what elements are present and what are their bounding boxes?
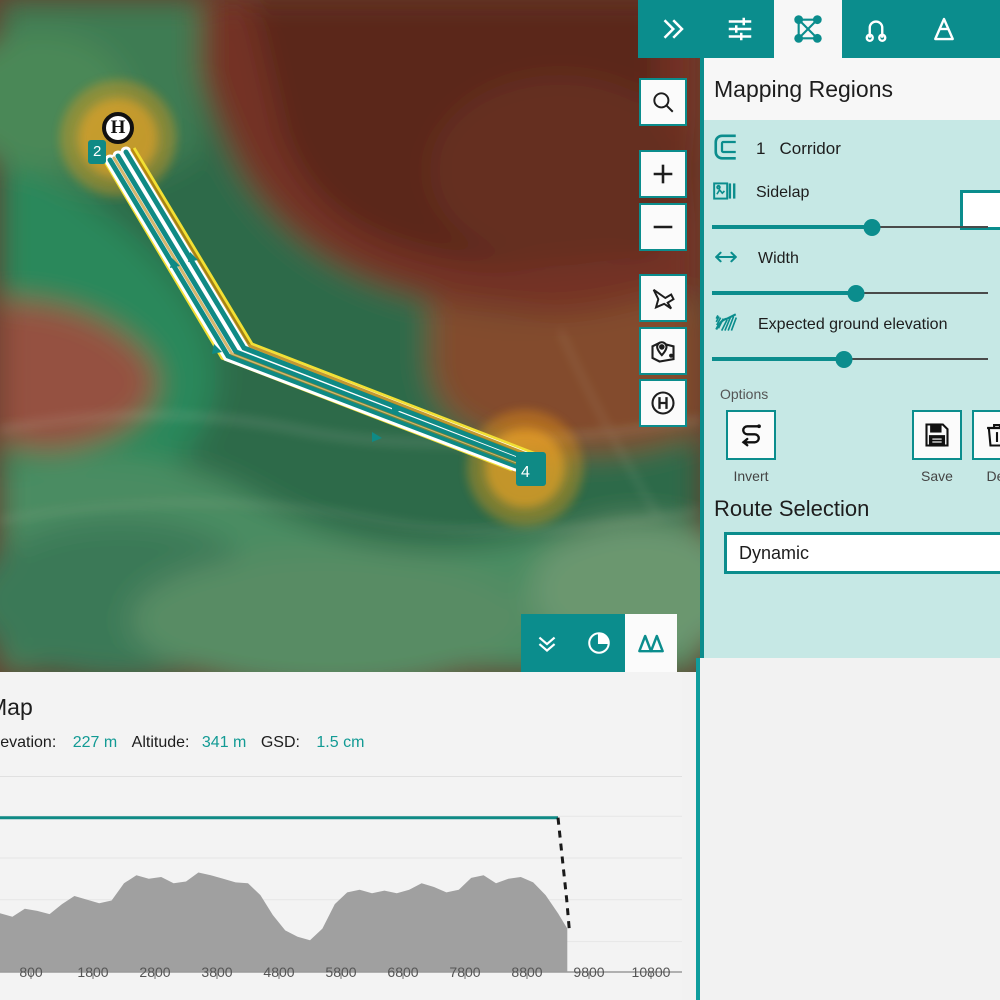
chart-x-tick-label: 3800 (201, 964, 233, 980)
slider-thumb[interactable] (847, 285, 865, 302)
save-disk-icon (912, 410, 962, 460)
home-icon[interactable] (639, 379, 687, 427)
zoom-out-icon[interactable] (639, 203, 687, 251)
route-selection-value: Dynamic (739, 542, 810, 563)
home-marker-icon[interactable]: H (102, 112, 134, 144)
panel-header: Mapping Regions (700, 58, 1000, 120)
page-title: Mapping Regions (714, 75, 894, 102)
slider-fill (712, 357, 845, 361)
gsd-value: 1.5 cm (316, 734, 365, 751)
mission-nodes-icon[interactable] (774, 0, 842, 58)
delete-trash-icon (972, 410, 1000, 460)
route-selection-title: Route Selection (714, 496, 870, 521)
chart-title: Map (0, 694, 33, 720)
elevation-profile-panel: Map Elevation: 227 m Altitude: 341 m GSD… (0, 672, 682, 1000)
width-arrows-icon (712, 244, 740, 275)
options-label: Options (720, 386, 769, 402)
width-label: Width (758, 250, 799, 267)
gsd-key: GSD: (260, 734, 300, 751)
traffic-cone-icon[interactable] (910, 0, 978, 58)
control-sidelap: Sidelap (700, 176, 1000, 238)
delete-button[interactable]: Del (968, 410, 1000, 484)
altitude-value: 341 m (201, 734, 247, 751)
invert-route-icon (726, 410, 776, 460)
ground-elevation-slider[interactable] (712, 348, 988, 370)
expand-chevrons-icon[interactable] (638, 0, 706, 58)
drone-icon[interactable] (639, 274, 687, 322)
control-width: Width (700, 242, 1000, 304)
slider-fill (712, 291, 856, 295)
pie-chart-icon[interactable] (573, 614, 625, 672)
elevation-key: Elevation: (0, 734, 57, 751)
chart-x-tick-label: 8800 (511, 964, 543, 980)
waypoint-chip-start[interactable]: 2 (88, 140, 107, 164)
chart-x-tick-label: 1800 (77, 964, 109, 980)
panel-divider (696, 658, 700, 1000)
panel-accent-rail (700, 58, 704, 658)
slider-fill (712, 225, 873, 229)
chart-stats: Elevation: 227 m Altitude: 341 m GSD: 1.… (0, 734, 364, 752)
mapping-regions-panel: Mapping Regions 1 Corridor Sidelap Width… (700, 58, 1000, 658)
chart-x-tick-label: 800 (19, 964, 43, 980)
save-label: Save (921, 468, 953, 484)
region-index: 1 (756, 139, 766, 158)
search-icon[interactable] (639, 78, 687, 126)
sidelap-label: Sidelap (756, 184, 810, 201)
invert-label: Invert (733, 468, 769, 484)
region-row-corridor[interactable]: 1 Corridor (700, 126, 1000, 172)
zoom-in-icon[interactable] (639, 150, 687, 198)
top-toolbar (638, 0, 1000, 58)
ground-elevation-icon (712, 310, 740, 341)
chart-x-tick-label: 4800 (263, 964, 295, 980)
sidelap-icon (712, 178, 738, 209)
options-row: Invert Save D (700, 406, 1000, 490)
slider-thumb[interactable] (835, 351, 853, 368)
ground-elevation-label: Expected ground elevation (758, 316, 948, 333)
save-button[interactable]: Save (908, 410, 966, 484)
route-selection-dropdown[interactable]: Dynamic (724, 532, 1000, 574)
waypoint-chip-end: 4 (521, 464, 530, 481)
sidelap-slider[interactable] (712, 216, 988, 238)
map-pin-icon[interactable] (639, 327, 687, 375)
chart-x-tick-label: 9800 (573, 964, 605, 980)
sliders-settings-icon[interactable] (706, 0, 774, 58)
width-slider[interactable] (712, 282, 988, 304)
chart-x-tick-label: 6800 (387, 964, 419, 980)
structure-scan-icon[interactable] (842, 0, 910, 58)
slider-thumb[interactable] (863, 219, 881, 236)
chart-divider (0, 776, 682, 777)
chart-x-tick-label: 10800 (631, 964, 671, 980)
region-type-label: Corridor (779, 139, 841, 158)
collapse-chevrons-icon[interactable] (521, 614, 573, 672)
elevation-value: 227 m (72, 734, 118, 751)
delete-label: Del (986, 468, 1000, 484)
chart-x-tick-label: 5800 (325, 964, 357, 980)
chart-x-tick-label: 7800 (449, 964, 481, 980)
control-ground-elevation: Expected ground elevation (700, 308, 1000, 370)
altitude-key: Altitude: (131, 734, 190, 751)
invert-button[interactable]: Invert (722, 410, 780, 484)
waypoint-marker-end[interactable]: 4 (516, 452, 546, 486)
corridor-icon (712, 132, 742, 167)
map-bottom-toolbar (521, 614, 677, 672)
map-imagery (0, 0, 700, 672)
terrain-elevation-icon[interactable] (625, 614, 677, 672)
map-view[interactable]: 2 H 4 (0, 0, 700, 672)
chart-x-tick-label: 2800 (139, 964, 171, 980)
